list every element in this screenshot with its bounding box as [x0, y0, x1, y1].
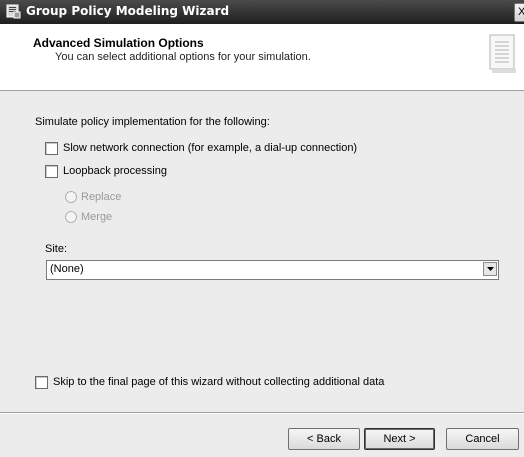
- site-select[interactable]: (None): [46, 260, 499, 280]
- simulate-intro-label: Simulate policy implementation for the f…: [35, 116, 270, 128]
- close-button[interactable]: X: [514, 3, 524, 22]
- cancel-button[interactable]: Cancel: [446, 428, 519, 450]
- wizard-window: Group Policy Modeling Wizard X Advanced …: [0, 0, 524, 457]
- window-title: Group Policy Modeling Wizard: [26, 4, 230, 18]
- back-button[interactable]: < Back: [288, 428, 360, 450]
- page-title: Advanced Simulation Options: [33, 36, 204, 50]
- site-label: Site:: [45, 243, 68, 255]
- site-select-button[interactable]: [483, 262, 497, 276]
- title-bar[interactable]: Group Policy Modeling Wizard X: [0, 0, 524, 24]
- loopback-label[interactable]: Loopback processing: [63, 165, 167, 177]
- skip-to-final-label[interactable]: Skip to the final page of this wizard wi…: [53, 376, 384, 388]
- dropdown-arrow-icon: [487, 267, 494, 271]
- document-icon: [488, 32, 518, 76]
- site-select-value: (None): [50, 263, 84, 275]
- wizard-app-icon: [6, 4, 21, 19]
- skip-to-final-checkbox[interactable]: [35, 376, 48, 389]
- wizard-header: Advanced Simulation Options You can sele…: [0, 24, 524, 91]
- replace-radio[interactable]: [65, 191, 77, 203]
- button-separator: [0, 412, 524, 414]
- loopback-checkbox[interactable]: [45, 165, 58, 178]
- replace-label: Replace: [81, 191, 122, 203]
- page-subtitle: You can select additional options for yo…: [55, 51, 311, 63]
- slow-network-label[interactable]: Slow network connection (for example, a …: [63, 142, 357, 154]
- slow-network-checkbox[interactable]: [45, 142, 58, 155]
- next-button[interactable]: Next >: [364, 428, 435, 450]
- merge-label: Merge: [81, 211, 113, 223]
- merge-radio[interactable]: [65, 211, 77, 223]
